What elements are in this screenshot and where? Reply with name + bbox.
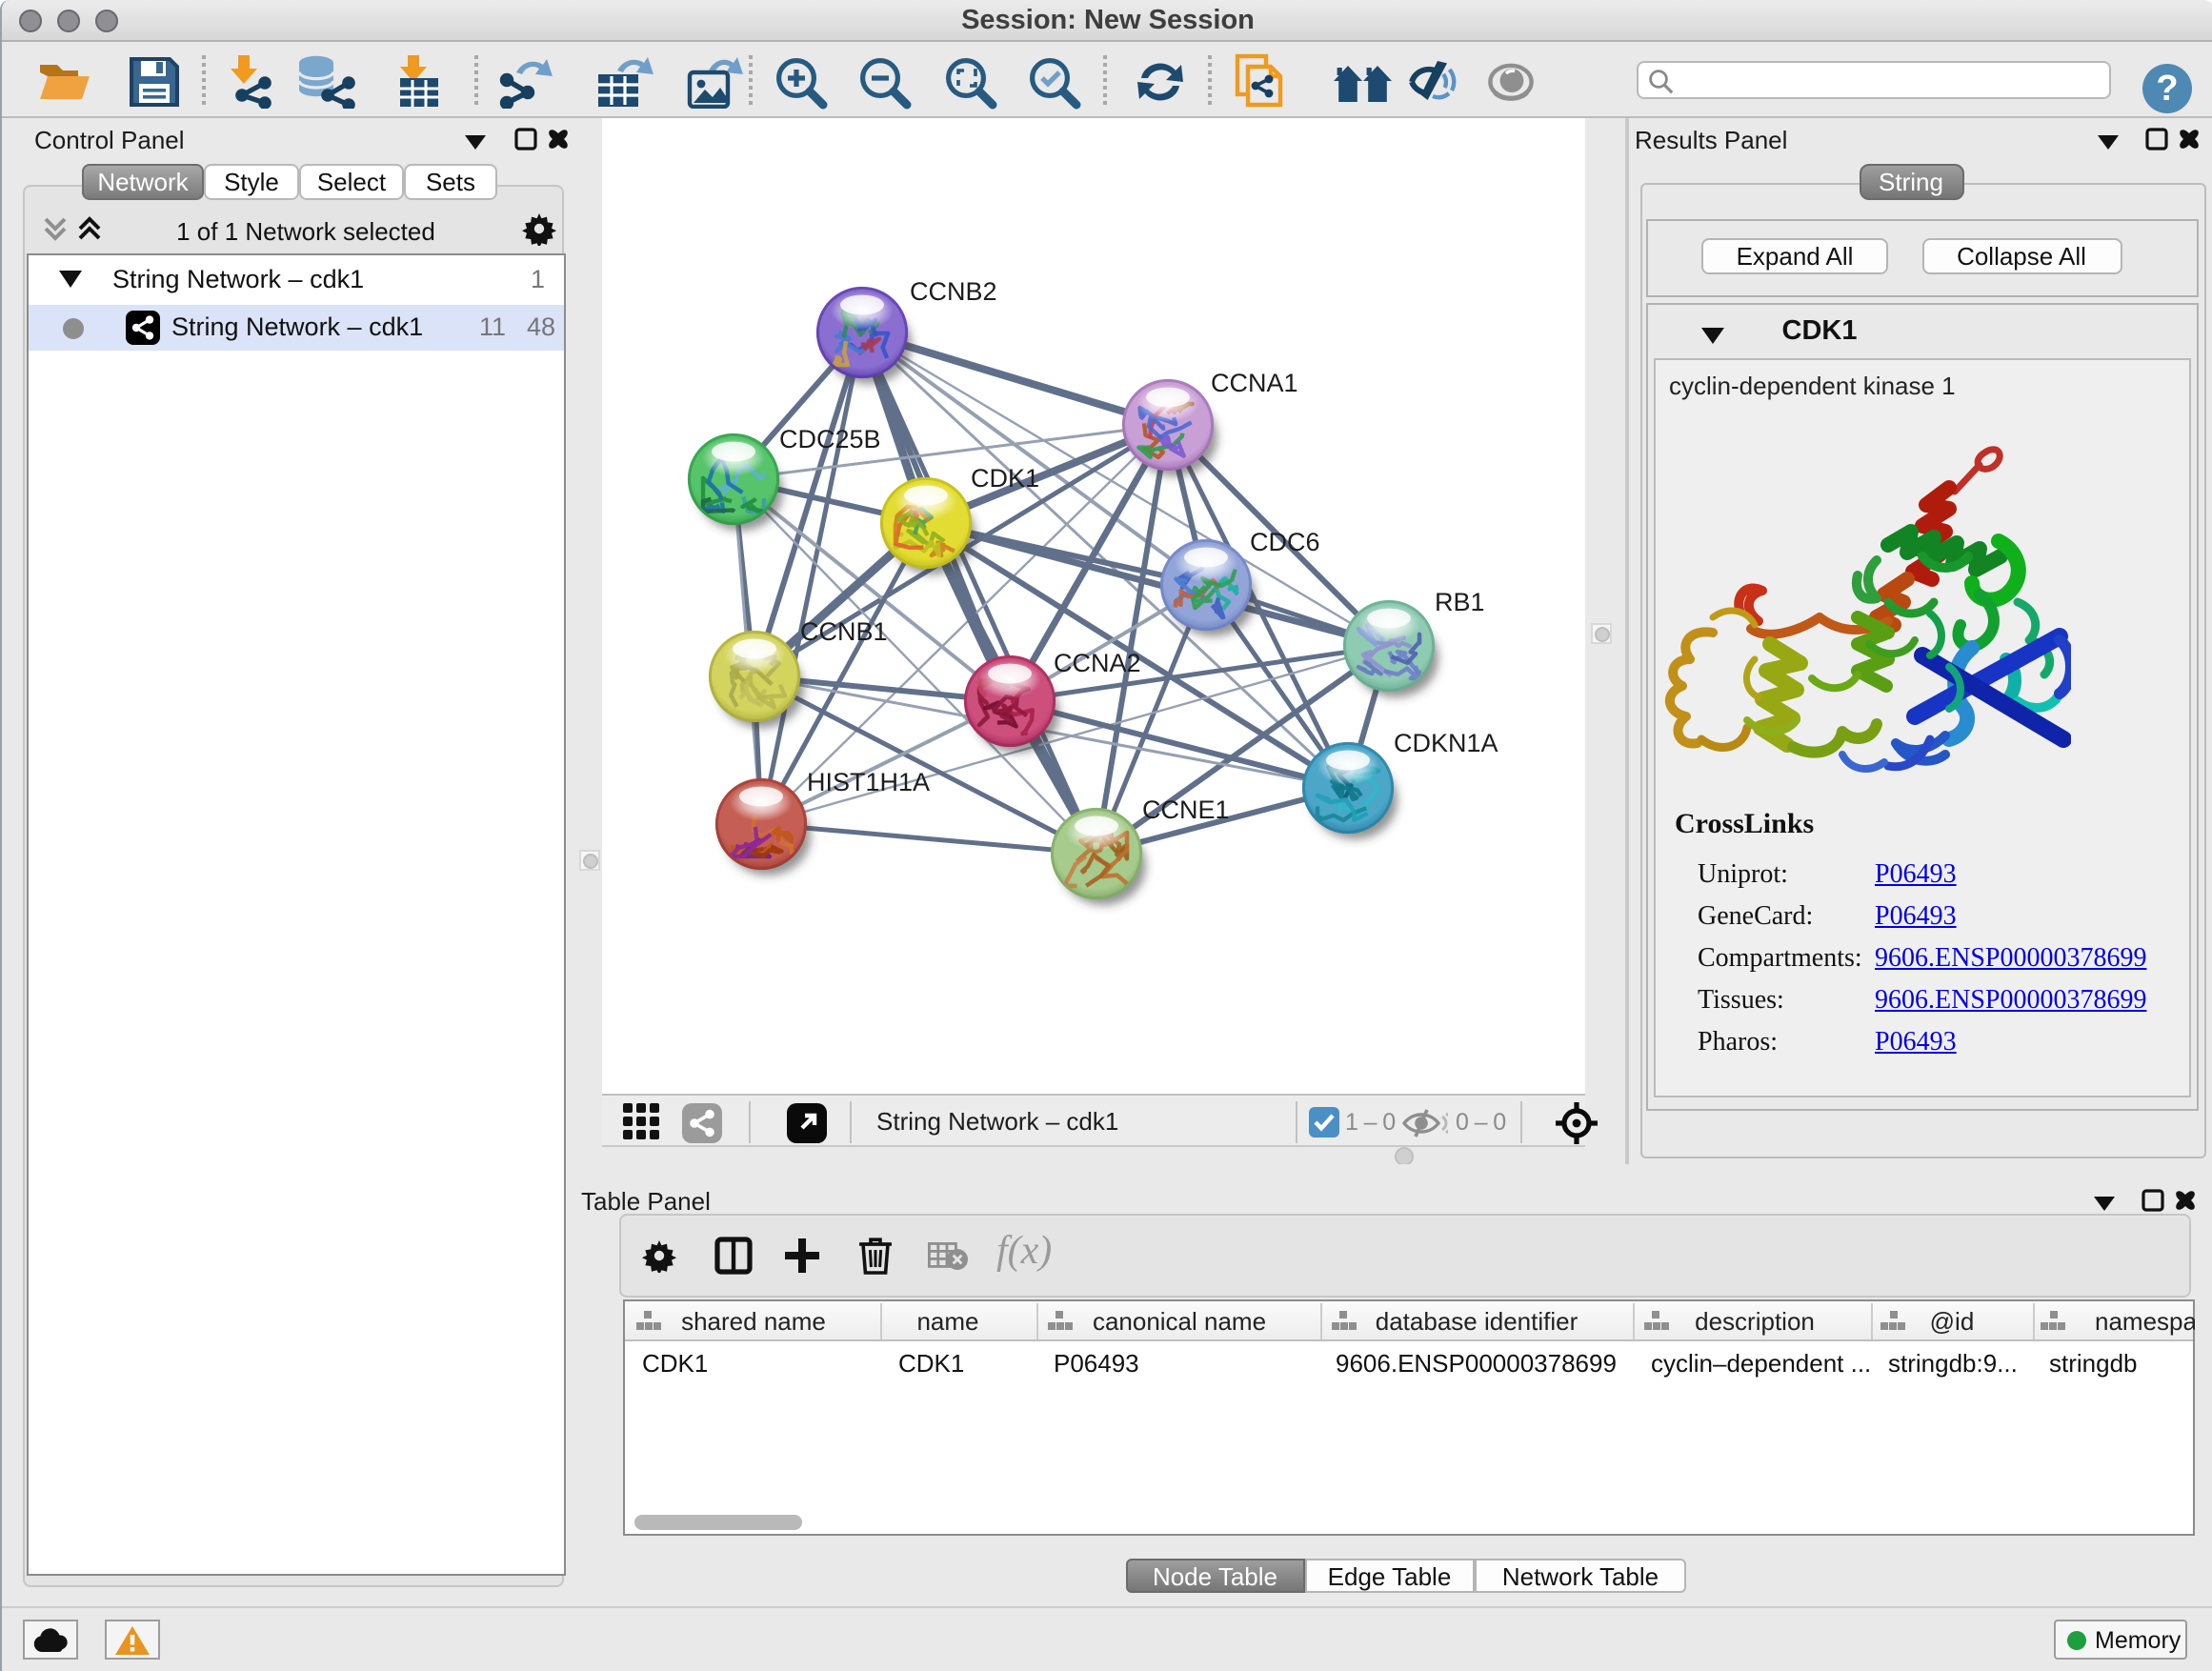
svg-text:CCNB2: CCNB2: [910, 277, 997, 306]
svg-text:CDC6: CDC6: [1250, 528, 1320, 556]
svg-text:CDK1: CDK1: [971, 464, 1039, 493]
svg-text:CDKN1A: CDKN1A: [1394, 729, 1498, 757]
svg-text:RB1: RB1: [1435, 588, 1485, 616]
svg-text:CDC25B: CDC25B: [779, 425, 881, 453]
svg-text:CCNA1: CCNA1: [1211, 369, 1298, 397]
svg-text:?: ?: [2156, 69, 2178, 109]
svg-text:CCNA2: CCNA2: [1054, 649, 1141, 677]
svg-text:HIST1H1A: HIST1H1A: [807, 768, 930, 796]
svg-text:CCNB1: CCNB1: [800, 617, 888, 646]
svg-text:CCNE1: CCNE1: [1142, 795, 1230, 824]
